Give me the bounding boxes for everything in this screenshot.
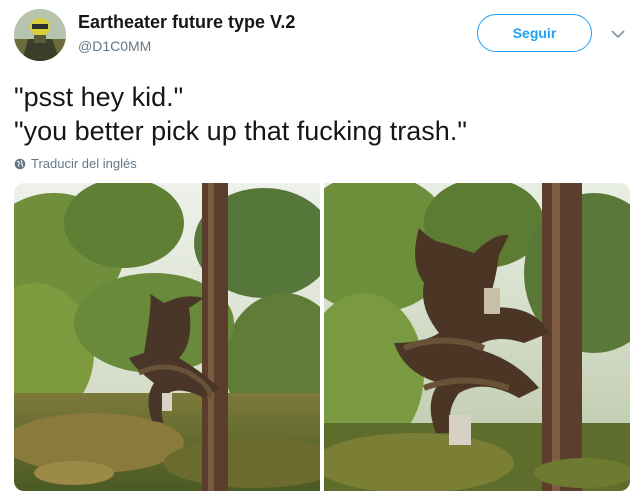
translate-link[interactable]: Traducir del inglés (14, 156, 137, 171)
photo-1-image (14, 183, 320, 491)
chevron-down-icon[interactable] (608, 24, 628, 44)
photo-2-image (324, 183, 630, 491)
globe-icon (14, 158, 26, 169)
tweet-text-line-2: "you better pick up that fucking trash." (14, 116, 467, 146)
media-grid (14, 183, 630, 491)
follow-button[interactable]: Seguir (477, 14, 592, 52)
photo-2[interactable] (324, 183, 630, 491)
translate-label: Traducir del inglés (31, 156, 137, 171)
photo-1[interactable] (14, 183, 320, 491)
avatar-image (14, 9, 66, 61)
display-name[interactable]: Eartheater future type V.2 (78, 12, 295, 33)
user-handle[interactable]: @D1C0MM (78, 38, 151, 54)
avatar[interactable] (14, 9, 66, 61)
tweet-text: "psst hey kid." "you better pick up that… (14, 80, 626, 148)
tweet-text-line-1: "psst hey kid." (14, 82, 184, 112)
